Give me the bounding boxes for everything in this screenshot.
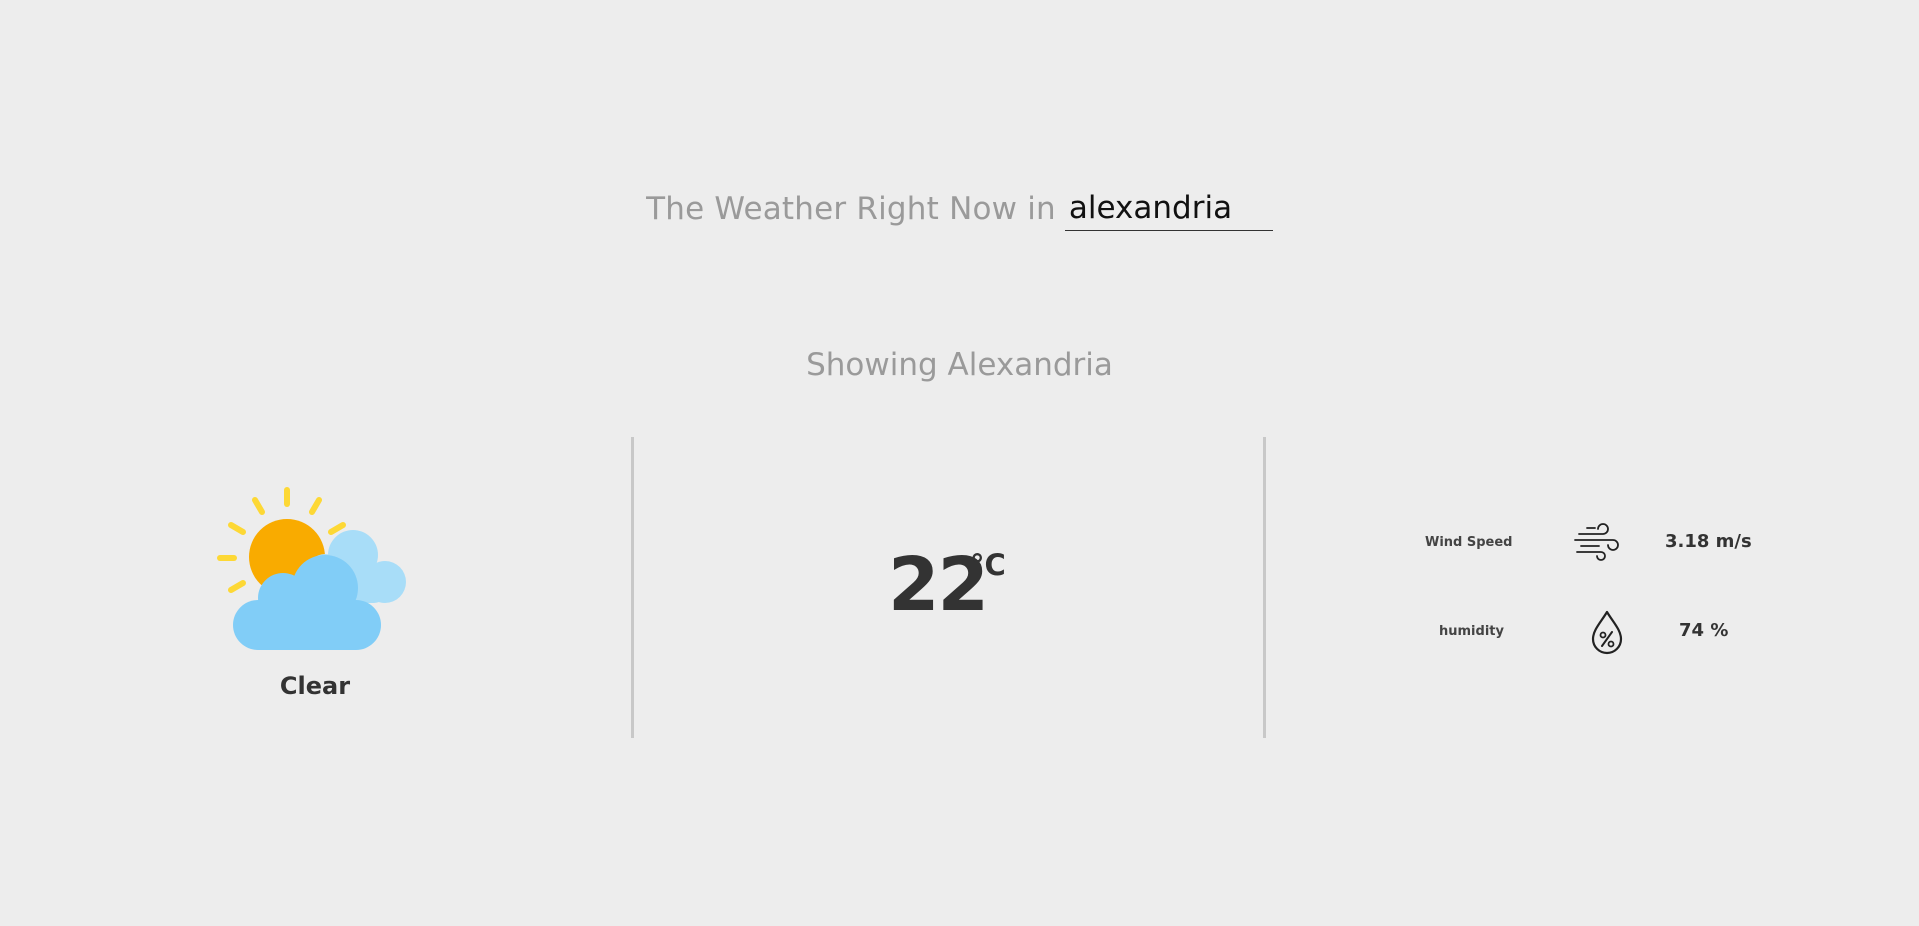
wind-speed-label: Wind Speed — [1425, 535, 1513, 550]
header-search-line: The Weather Right Now in — [0, 186, 1919, 231]
condition-label: Clear — [279, 672, 351, 700]
humidity-drop-icon — [1591, 610, 1623, 655]
wind-icon — [1574, 523, 1619, 561]
header-prefix: The Weather Right Now in — [646, 191, 1056, 227]
wind-speed-value: 3.18 m/s — [1665, 531, 1752, 552]
sun-behind-cloud-icon — [217, 487, 406, 650]
humidity-label: humidity — [1439, 624, 1504, 639]
humidity-row: humidity 74 % — [1266, 608, 1919, 656]
wind-speed-row: Wind Speed 3.18 m/s — [1266, 519, 1919, 567]
condition-panel: Clear — [0, 437, 632, 738]
weather-page: The Weather Right Now in Showing Alexand… — [0, 0, 1919, 926]
temperature-unit: °C — [970, 548, 1006, 582]
stats-panel: Wind Speed 3.18 m/s humidity 74 % — [1266, 437, 1919, 738]
temperature-panel: 22 °C — [634, 437, 1264, 738]
showing-city-text: Showing Alexandria — [806, 347, 1113, 383]
humidity-value: 74 % — [1679, 620, 1729, 641]
temperature-display: 22 °C — [888, 540, 1006, 630]
city-search-input[interactable] — [1064, 186, 1273, 231]
